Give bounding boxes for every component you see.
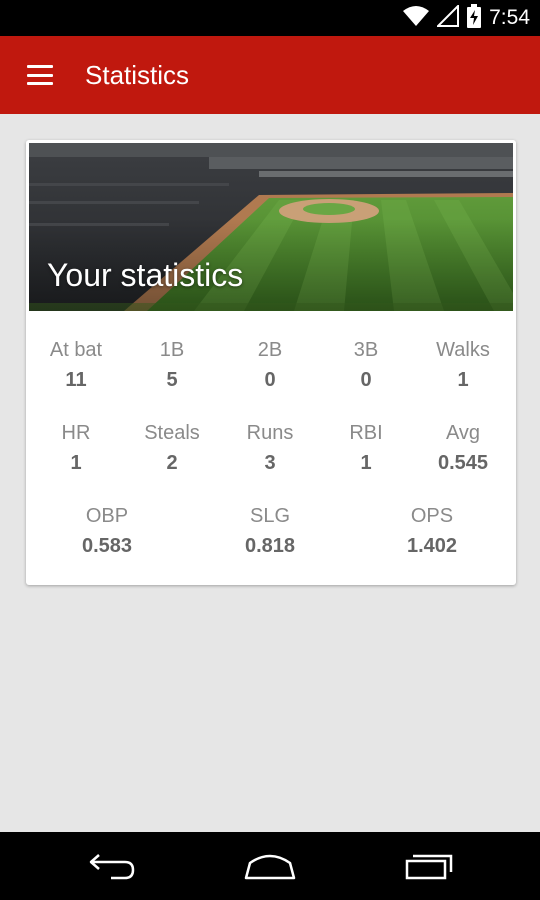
stat-avg: Avg 0.545 [421,421,505,476]
status-time: 7:54 [489,6,530,29]
stat-label: OPS [410,505,454,527]
stat-label: 1B [159,339,185,361]
stat-value: 1 [70,452,82,474]
hero-title: Your statistics [47,257,244,293]
stat-label: At bat [49,339,103,361]
stat-label: Steals [144,422,200,444]
stat-3b: 3B 0 [324,338,408,393]
home-icon [244,854,296,880]
stat-label: Walks [436,339,490,361]
stat-value: 0.818 [244,535,296,557]
home-button[interactable] [225,842,315,890]
battery-charging-icon [467,3,482,33]
page-title: Statistics [85,60,190,90]
stat-value: 0.545 [437,452,489,474]
stat-value: 0 [360,369,372,391]
statistics-card: Your statistics At bat 11 1B 5 2B 0 3B 0… [26,140,516,585]
stat-label: RBI [349,422,383,444]
stat-value: 0 [264,369,276,391]
stat-label: Avg [445,422,481,444]
recents-button[interactable] [384,842,474,890]
stat-label: OBP [85,505,129,527]
stat-obp: OBP 0.583 [62,504,152,559]
stat-label: SLG [249,505,291,527]
stat-value: 1 [457,369,469,391]
hero-image: Your statistics [29,143,513,311]
stat-1b: 1B 5 [130,338,214,393]
recents-icon [405,854,453,880]
back-icon [89,854,135,880]
hamburger-menu-icon [27,65,53,85]
stat-label: 2B [257,339,283,361]
stat-at-bat: At bat 11 [34,338,118,393]
stat-steals: Steals 2 [130,421,214,476]
stat-runs: Runs 3 [228,421,312,476]
wifi-icon [403,5,430,32]
stat-value: 1.402 [406,535,458,557]
stat-value: 5 [166,369,178,391]
stat-label: 3B [353,339,379,361]
status-bar: 7:54 [0,0,540,36]
navigation-bar [0,832,540,900]
stat-value: 1 [360,452,372,474]
stat-slg: SLG 0.818 [225,504,315,559]
menu-button[interactable] [14,50,66,100]
stat-value: 11 [65,369,87,391]
stat-label: HR [61,422,91,444]
stat-walks: Walks 1 [421,338,505,393]
app-bar: Statistics [0,36,540,114]
back-button[interactable] [67,842,157,890]
stat-ops: OPS 1.402 [387,504,477,559]
stat-label: Runs [246,422,294,444]
stat-hr: HR 1 [34,421,118,476]
stat-value: 2 [166,452,178,474]
stat-2b: 2B 0 [228,338,312,393]
stat-value: 3 [264,452,276,474]
signal-icon [435,3,460,32]
stat-value: 0.583 [81,535,133,557]
stat-rbi: RBI 1 [324,421,408,476]
